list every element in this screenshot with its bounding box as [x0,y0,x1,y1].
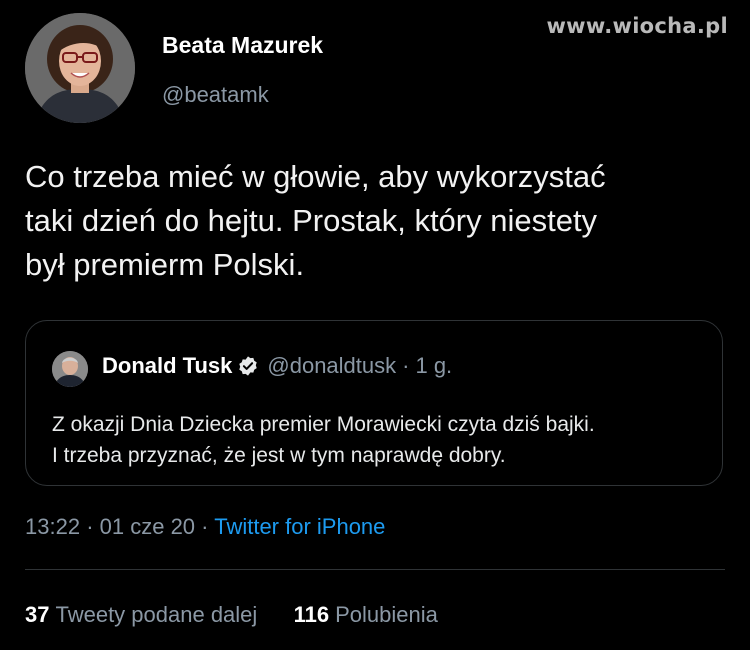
quoted-author-handle[interactable]: @donaldtusk [267,353,396,379]
avatar-photo [25,13,135,123]
quoted-header: Donald Tusk @donaldtusk · 1 g. [102,353,452,379]
quoted-tweet-text: Z okazji Dnia Dziecka premier Morawiecki… [52,413,595,467]
tweet-stats: 37 Tweety podane dalej 116 Polubienia [25,602,438,628]
avatar[interactable] [25,13,135,123]
tweet-source-link[interactable]: Twitter for iPhone [214,514,385,539]
author-handle[interactable]: @beatamk [162,82,269,108]
quoted-timestamp[interactable]: 1 g. [415,353,452,379]
meta-separator: · [86,514,100,539]
quoted-tweet-card[interactable]: Donald Tusk @donaldtusk · 1 g. Z okazji … [25,320,723,486]
quoted-author-name[interactable]: Donald Tusk [102,353,232,379]
tweet-time[interactable]: 13:22 [25,514,80,539]
divider [25,569,725,570]
tweet-meta: 13:22 · 01 cze 20 · Twitter for iPhone [25,514,385,540]
quoted-avatar-photo [52,351,88,387]
author-name[interactable]: Beata Mazurek [162,32,323,59]
likes-count: 116 [293,602,330,627]
retweets-label: Tweety podane dalej [55,602,258,627]
likes-stat[interactable]: 116 Polubienia [294,602,438,627]
likes-label: Polubienia [335,602,438,627]
retweets-stat[interactable]: 37 Tweety podane dalej [25,602,263,627]
quoted-separator: · [402,353,410,378]
tweet-date[interactable]: 01 cze 20 [100,514,195,539]
tweet-text: Co trzeba mieć w głowie, aby wykorzystać… [25,159,606,282]
watermark: www.wiocha.pl [546,14,728,38]
retweets-count: 37 [25,602,50,627]
quoted-avatar[interactable] [52,351,88,387]
verified-badge-icon [237,355,259,377]
meta-separator-2: · [201,514,215,539]
